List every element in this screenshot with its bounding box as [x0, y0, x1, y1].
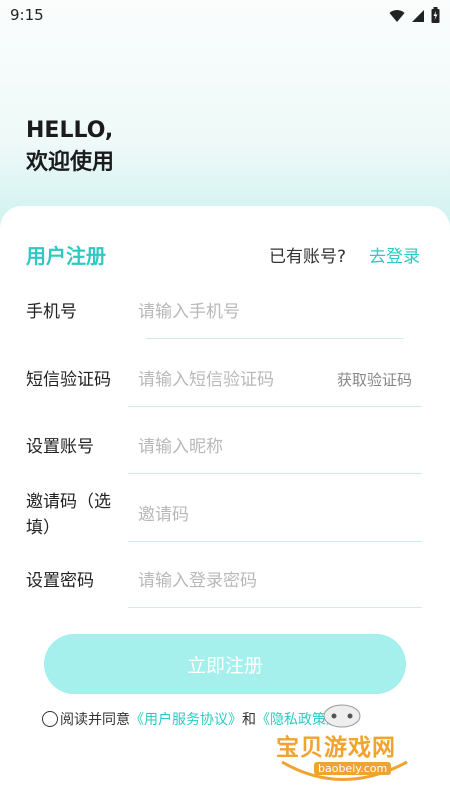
invite-code-label: 邀请码（选 填） [26, 492, 111, 538]
invite-code-underline [128, 541, 422, 542]
agreement-and: 和 [242, 712, 256, 728]
sms-code-input[interactable] [138, 365, 308, 395]
signal-icon [411, 8, 425, 27]
account-underline [128, 473, 422, 474]
phone-underline [146, 338, 404, 339]
watermark-text: 宝贝游戏网 [276, 735, 396, 761]
wifi-icon [389, 8, 405, 27]
sms-code-underline [128, 406, 422, 407]
sms-code-label: 短信验证码 [26, 370, 111, 390]
form-title: 用户注册 [26, 244, 106, 268]
password-underline [128, 607, 422, 608]
password-input[interactable] [138, 566, 408, 596]
battery-icon [431, 7, 440, 27]
password-label: 设置密码 [26, 571, 94, 591]
have-account-text: 已有账号? [268, 247, 346, 267]
watermark-logo: 宝贝游戏网 baobeiy.com [262, 702, 422, 792]
greeting-line-1: HELLO, [26, 118, 114, 143]
get-code-button[interactable]: 获取验证码 [337, 369, 412, 390]
phone-input[interactable] [138, 297, 398, 327]
status-icons [389, 7, 440, 27]
user-agreement-link[interactable]: 《用户服务协议》 [130, 709, 242, 729]
nickname-input[interactable] [138, 432, 408, 462]
login-link[interactable]: 去登录 [369, 242, 420, 267]
account-label: 设置账号 [26, 437, 94, 457]
welcome-greeting: HELLO, 欢迎使用 [26, 115, 114, 179]
phone-label: 手机号 [26, 302, 77, 322]
status-time: 9:15 [10, 6, 44, 24]
status-bar: 9:15 [0, 0, 450, 32]
register-button-label: 立即注册 [186, 654, 263, 677]
register-button[interactable]: 立即注册 [44, 634, 406, 694]
invite-code-input[interactable] [138, 500, 408, 530]
greeting-line-2: 欢迎使用 [26, 150, 115, 175]
watermark-sub: baobeiy.com [314, 762, 392, 775]
agree-radio[interactable] [42, 711, 58, 727]
agreement-prefix: 阅读并同意 [60, 712, 130, 728]
